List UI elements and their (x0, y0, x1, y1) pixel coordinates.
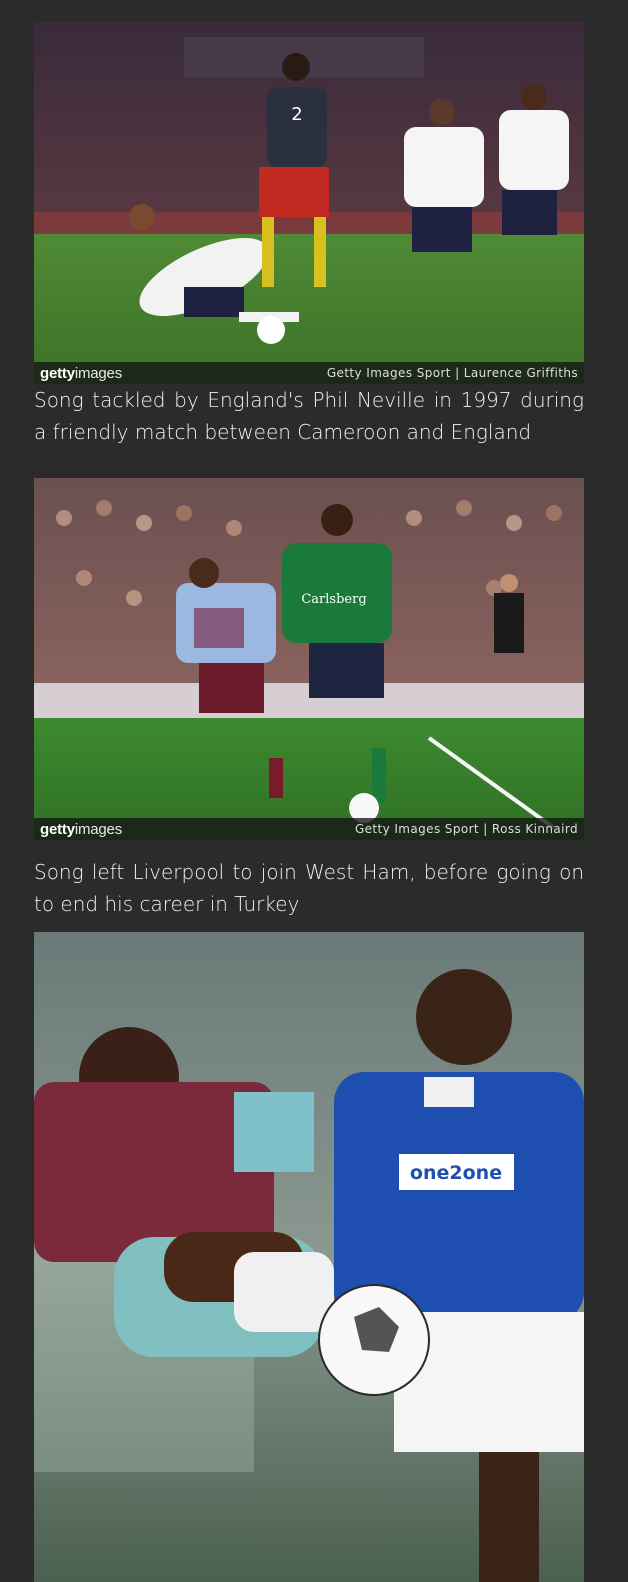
photo-credit-bar: gettyimages Getty Images Sport | Laurenc… (34, 362, 584, 384)
svg-text:one2one: one2one (410, 1162, 502, 1184)
gettyimages-logo: gettyimages (40, 364, 122, 382)
photo-westham-everton: one2one (34, 932, 584, 1582)
photo-caption: Song tackled by England's Phil Neville i… (34, 388, 584, 444)
photo-caption: Song left Liverpool to join West Ham, be… (34, 860, 584, 916)
photo-credit-bar: gettyimages Getty Images Sport | Ross Ki… (34, 818, 584, 840)
match-photo-1: 2 (34, 22, 584, 384)
photo-liverpool-villa: Carlsberg gettyimages Getty Images Sport… (34, 478, 584, 840)
photo-credit: Getty Images Sport | Ross Kinnaird (354, 822, 578, 836)
photo-cameroon-england: 2 gettyimages Getty Images Sport | Laure… (34, 22, 584, 384)
gettyimages-logo: gettyimages (40, 820, 122, 838)
svg-text:2: 2 (291, 104, 302, 125)
photo-credit: Getty Images Sport | Laurence Griffiths (326, 366, 578, 380)
match-photo-3: one2one (34, 932, 584, 1582)
svg-text:Carlsberg: Carlsberg (301, 592, 366, 607)
article-page: 2 gettyimages Getty Images Sport | Laure… (0, 0, 628, 1582)
match-photo-2: Carlsberg (34, 478, 584, 840)
